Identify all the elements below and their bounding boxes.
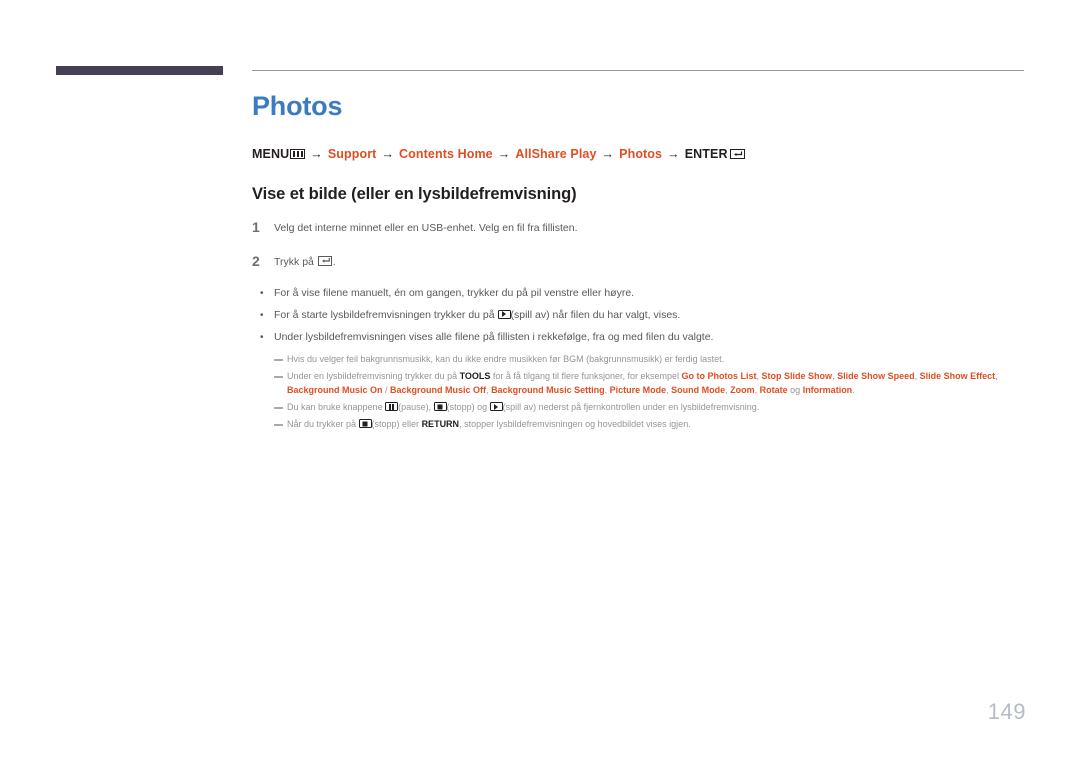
- bullet-marker-icon: •: [260, 309, 264, 321]
- breadcrumb-item-contents-home[interactable]: Contents Home: [399, 147, 493, 161]
- breadcrumb-item-menu[interactable]: MENU: [252, 146, 306, 161]
- numbered-steps: 1 Velg det interne minnet eller en USB-en…: [252, 218, 1027, 270]
- menu-option-label: Go to Photos List: [681, 371, 757, 382]
- step-text: Velg det interne minnet eller en USB-enh…: [274, 221, 578, 234]
- note-list: Hvis du velger feil bakgrunnsmusikk, kan…: [252, 353, 1027, 432]
- step-item: 1 Velg det interne minnet eller en USB-en…: [252, 218, 1027, 236]
- page-number: 149: [987, 699, 1026, 724]
- menu-option-label: Rotate: [759, 385, 788, 396]
- bullet-list: • For å vise filene manuelt, én om gangen…: [252, 286, 1027, 345]
- breadcrumb-item-label: MENU: [252, 146, 290, 161]
- menu-option-label: Background Music Setting: [491, 385, 605, 396]
- bullet-text: For å vise filene manuelt, én om gangen,…: [274, 287, 635, 300]
- stop-key-icon: [358, 419, 372, 429]
- enter-key-icon: [729, 148, 745, 159]
- menu-bars-icon: [290, 148, 306, 159]
- breadcrumb-arrow-icon: →: [497, 146, 511, 161]
- step-text: Trykk på .: [274, 255, 336, 268]
- menu-option-label: Background Music Off: [390, 385, 487, 396]
- note-dash-icon: [274, 370, 287, 378]
- breadcrumb-item-support[interactable]: Support: [328, 147, 377, 161]
- note-item: Under en lysbildefremvisning trykker du …: [274, 370, 1027, 398]
- breadcrumb-arrow-icon: →: [381, 146, 395, 161]
- bullet-item: • For å starte lysbildefremvisningen tryk…: [252, 308, 1027, 324]
- play-key-icon: [497, 309, 511, 319]
- emphasis-text: RETURN: [421, 419, 460, 430]
- step-item: 2 Trykk på .: [252, 252, 1027, 270]
- breadcrumb-item-label: Support: [327, 146, 377, 161]
- note-item: Når du trykker på (stopp) eller RETURN, …: [274, 418, 1027, 432]
- step-number: 2: [252, 252, 260, 269]
- enter-key-icon: [317, 255, 332, 266]
- breadcrumb-item-enter[interactable]: ENTER: [685, 147, 745, 161]
- stop-key-icon: [433, 402, 447, 412]
- breadcrumb-arrow-icon: →: [601, 146, 615, 161]
- bullet-marker-icon: •: [260, 288, 264, 300]
- bullet-item: • For å vise filene manuelt, én om gangen…: [252, 286, 1027, 302]
- menu-option-label: Information: [802, 385, 853, 396]
- bullet-text: Under lysbildefremvisningen vises alle f…: [274, 330, 714, 343]
- bullet-item: • Under lysbildefremvisningen vises alle …: [252, 330, 1027, 346]
- page-title: Photos: [252, 91, 343, 121]
- bullet-text: For å starte lysbildefremvisningen trykk…: [274, 308, 681, 321]
- menu-option-label: Zoom: [730, 385, 755, 396]
- breadcrumb-arrow-icon: →: [667, 146, 680, 161]
- menu-option-label: Slide Show Speed: [837, 371, 915, 382]
- menu-option-label: Slide Show Effect: [919, 371, 996, 382]
- note-text: Under en lysbildefremvisning trykker du …: [287, 371, 998, 396]
- breadcrumb-item-allshare-play[interactable]: AllShare Play: [515, 147, 596, 161]
- pause-key-icon: [385, 402, 399, 412]
- document-page: Photos MENU → Support → Contents Home → AllSha…: [0, 0, 1080, 763]
- step-number: 1: [252, 218, 260, 235]
- note-text: Når du trykker på (stopp) eller RETURN, …: [287, 419, 691, 430]
- breadcrumb-arrow-icon: →: [310, 146, 323, 161]
- section-heading: Vise et bilde (eller en lysbildefremvisn…: [252, 184, 577, 203]
- breadcrumb-item-label: AllShare Play: [515, 146, 597, 161]
- menu-option-label: Background Music On: [287, 385, 383, 396]
- note-dash-icon: [274, 353, 287, 361]
- menu-option-label: Picture Mode: [609, 385, 667, 396]
- page-content: Photos MENU → Support → Contents Home → AllSha…: [252, 91, 1027, 435]
- note-item: Hvis du velger feil bakgrunnsmusikk, kan…: [274, 353, 1027, 367]
- breadcrumb-item-label: ENTER: [684, 146, 728, 161]
- note-item: Du kan bruke knappene (pause), (stopp) o…: [274, 401, 1027, 415]
- emphasis-text: TOOLS: [459, 371, 491, 382]
- header-accent-bar: [56, 66, 223, 75]
- breadcrumb-item-label: Contents Home: [399, 146, 493, 161]
- note-dash-icon: [274, 401, 287, 409]
- breadcrumb-item-photos[interactable]: Photos: [619, 147, 662, 161]
- note-text: Du kan bruke knappene (pause), (stopp) o…: [287, 402, 760, 413]
- breadcrumb: MENU → Support → Contents Home → AllShare Play…: [252, 147, 1027, 161]
- header-rule: [252, 70, 1024, 71]
- breadcrumb-item-label: Photos: [619, 146, 663, 161]
- bullet-marker-icon: •: [260, 331, 264, 343]
- menu-option-label: Stop Slide Show: [761, 371, 833, 382]
- note-text: Hvis du velger feil bakgrunnsmusikk, kan…: [287, 354, 725, 365]
- play-key-icon: [489, 402, 503, 412]
- menu-option-label: Sound Mode: [671, 385, 726, 396]
- note-dash-icon: [274, 418, 287, 426]
